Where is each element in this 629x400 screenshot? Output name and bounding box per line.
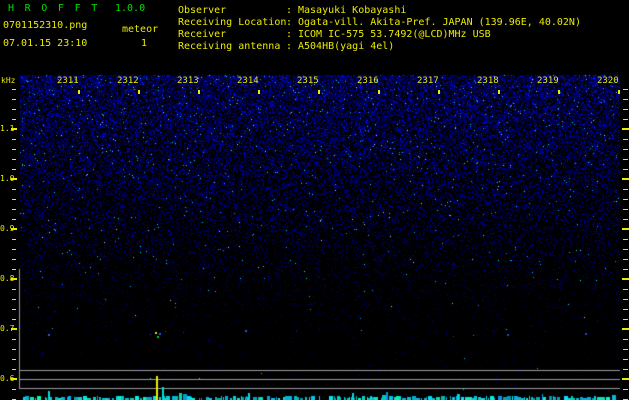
x-axis-tick (138, 90, 140, 94)
y-axis-minor-tick-right (623, 289, 628, 290)
y-axis-minor-tick-right (623, 339, 628, 340)
y-axis-minor-tick-right (623, 359, 628, 360)
y-axis-minor-tick-left (12, 269, 16, 270)
y-axis-minor-tick-left (12, 189, 16, 190)
y-axis-minor-tick-left (12, 239, 16, 240)
y-axis-minor-tick-left (12, 219, 16, 220)
y-axis-minor-tick-right (623, 239, 628, 240)
y-axis-major-tick-left (11, 228, 17, 230)
y-axis-major-tick-right (622, 378, 629, 380)
x-axis-tick (258, 90, 260, 94)
x-axis-label: 2316 (357, 76, 379, 86)
y-axis-minor-tick-left (12, 359, 16, 360)
y-axis-minor-tick-right (623, 189, 628, 190)
y-axis-minor-tick-right (623, 249, 628, 250)
y-axis-minor-tick-right (623, 119, 628, 120)
x-axis-label: 2319 (537, 76, 559, 86)
y-axis-minor-tick-left (12, 139, 16, 140)
x-axis-tick (318, 90, 320, 94)
y-axis-minor-tick-left (12, 349, 16, 350)
y-axis-major-tick-right (622, 128, 629, 130)
y-axis-minor-tick-right (623, 109, 628, 110)
y-axis-major-tick-right (622, 178, 629, 180)
y-axis-minor-tick-right (623, 389, 628, 390)
y-axis-major-tick-right (622, 228, 629, 230)
y-axis-minor-tick-left (12, 339, 16, 340)
x-axis-tick (198, 90, 200, 94)
x-axis-label: 2312 (117, 76, 139, 86)
y-axis-minor-tick-left (12, 89, 16, 90)
y-axis-minor-tick-left (12, 299, 16, 300)
y-axis-minor-tick-left (12, 119, 16, 120)
y-axis-minor-tick-right (623, 99, 628, 100)
x-axis-tick (78, 90, 80, 94)
y-axis-minor-tick-right (623, 159, 628, 160)
y-axis-major-tick-right (622, 328, 629, 330)
x-axis-label: 2314 (237, 76, 259, 86)
y-axis-minor-tick-left (12, 199, 16, 200)
y-axis-minor-tick-left (12, 249, 16, 250)
y-axis-minor-tick-right (623, 309, 628, 310)
y-axis-minor-tick-left (12, 169, 16, 170)
y-axis-minor-tick-right (623, 259, 628, 260)
x-axis-tick (378, 90, 380, 94)
y-axis-minor-tick-left (12, 369, 16, 370)
y-axis-minor-tick-right (623, 269, 628, 270)
y-axis-minor-tick-left (12, 289, 16, 290)
y-axis-minor-tick-left (12, 159, 16, 160)
y-axis-minor-tick-left (12, 389, 16, 390)
y-axis-minor-tick-left (12, 149, 16, 150)
y-axis-minor-tick-right (623, 219, 628, 220)
x-axis-tick (498, 90, 500, 94)
x-axis-label: 2318 (477, 76, 499, 86)
y-axis-minor-tick-right (623, 169, 628, 170)
y-axis-minor-tick-right (623, 89, 628, 90)
y-axis-minor-tick-right (623, 209, 628, 210)
x-axis-tick (438, 90, 440, 94)
y-axis-minor-tick-right (623, 349, 628, 350)
x-axis-tick (618, 90, 620, 94)
y-axis-minor-tick-left (12, 319, 16, 320)
hrofft-window: H R O F F T 1.0.0 0701152310.png meteor … (0, 0, 629, 400)
y-axis-unit-label: kHz (1, 76, 16, 85)
x-axis-label: 2315 (297, 76, 319, 86)
y-axis-minor-tick-right (623, 139, 628, 140)
y-axis-minor-tick-left (12, 309, 16, 310)
x-axis-label: 2317 (417, 76, 439, 86)
y-axis-minor-tick-left (12, 99, 16, 100)
y-axis-minor-tick-right (623, 299, 628, 300)
y-axis-minor-tick-left (12, 109, 16, 110)
x-axis-label: 2311 (57, 76, 79, 86)
x-axis-label: 2320 (597, 76, 619, 86)
y-axis-major-tick-left (11, 278, 17, 280)
y-axis-major-tick-left (11, 128, 17, 130)
y-axis-major-tick-right (622, 278, 629, 280)
y-axis-minor-tick-right (623, 319, 628, 320)
y-axis-minor-tick-left (12, 209, 16, 210)
y-axis-major-tick-left (11, 328, 17, 330)
axes-overlay: kHz 2311 2312 2313 2314 2315 2316 2317 2318 2319… (0, 0, 629, 400)
y-axis-major-tick-left (11, 378, 17, 380)
x-axis-label: 2313 (177, 76, 199, 86)
y-axis-minor-tick-left (12, 259, 16, 260)
x-axis-tick (558, 90, 560, 94)
y-axis-minor-tick-right (623, 149, 628, 150)
y-axis-major-tick-left (11, 178, 17, 180)
y-axis-minor-tick-right (623, 369, 628, 370)
y-axis-minor-tick-right (623, 199, 628, 200)
